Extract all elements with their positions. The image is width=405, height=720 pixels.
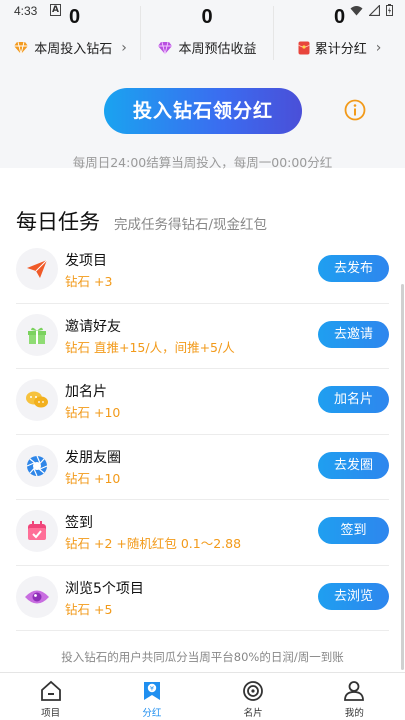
target-icon	[243, 681, 264, 701]
home-icon	[40, 680, 61, 701]
camera-shutter-icon	[26, 455, 48, 476]
task-name: 邀请好友	[65, 318, 121, 335]
tab-label: 分红	[142, 708, 162, 719]
info-icon[interactable]	[344, 99, 366, 121]
task-name: 发朋友圈	[65, 449, 121, 466]
chevron-right-icon: ›	[121, 39, 127, 56]
chat-bubbles-icon	[26, 391, 48, 408]
task-post-moments: 发朋友圈 钻石 +10 去发圈	[16, 435, 389, 500]
stat-weekly-diamonds[interactable]: 0 本周投入钻石 ›	[0, 6, 140, 60]
task-reward: 钻石 +10	[65, 470, 121, 486]
svg-text:¥: ¥	[150, 685, 154, 693]
stat-label-text: 本周投入钻石	[34, 42, 113, 57]
post-project-button[interactable]: 去发布	[318, 255, 389, 282]
weekly-stats: 0 本周投入钻石 › 0 本周预估收益 0 累计分红 ›	[0, 6, 405, 60]
task-name: 发项目	[65, 253, 107, 269]
scrollbar[interactable]	[401, 284, 404, 670]
tab-projects[interactable]: 项目	[0, 673, 101, 720]
paper-plane-icon	[27, 259, 48, 278]
task-reward: 钻石 +5	[65, 601, 113, 617]
task-name: 签到	[65, 515, 93, 531]
diamond-orange-icon	[14, 41, 29, 54]
dividend-icon: ¥	[143, 682, 160, 700]
settlement-note: 每周日24:00结算当周投入，每周一00:00分红	[72, 155, 333, 170]
tab-label: 名片	[243, 708, 263, 719]
task-name: 加名片	[65, 384, 107, 400]
invest-diamonds-button[interactable]: 投入钻石领分红	[104, 88, 302, 134]
section-title: 每日任务	[16, 210, 100, 234]
stat-total-dividend[interactable]: 0 累计分红 ›	[273, 6, 405, 60]
task-check-in: 签到 钻石 +2 +随机红包 0.1～2.88 签到	[16, 500, 389, 566]
invite-button[interactable]: 去邀请	[318, 320, 389, 348]
chevron-right-icon: ›	[375, 39, 382, 56]
task-name: 浏览5个项目	[65, 580, 144, 597]
bottom-tab-bar: 项目 ¥ 分红 名片 我的	[0, 672, 405, 720]
task-reward: 钻石 直推+15/人，间推+5/人	[65, 339, 235, 355]
stat-weekly-estimated-income[interactable]: 0 本周预估收益	[140, 6, 273, 60]
task-reward: 钻石 +2 +随机红包 0.1～2.88	[65, 536, 242, 551]
person-icon	[344, 681, 365, 701]
check-in-button[interactable]: 签到	[318, 517, 389, 544]
task-reward: 钻石 +10	[65, 405, 121, 420]
task-browse-projects: 浏览5个项目 钻石 +5 去浏览	[16, 566, 389, 631]
gift-icon	[28, 327, 46, 344]
stat-value: 0	[201, 6, 213, 28]
tab-label: 项目	[41, 708, 61, 719]
tab-cards[interactable]: 名片	[203, 673, 304, 720]
task-reward: 钻石 +3	[65, 274, 113, 289]
task-add-card: 加名片 钻石 +10 加名片	[16, 369, 389, 435]
tab-dividend[interactable]: ¥ 分红	[101, 673, 202, 720]
task-invite-friends: 邀请好友 钻石 直推+15/人，间推+5/人 去邀请	[16, 304, 389, 369]
tab-label: 我的	[344, 708, 364, 719]
post-moments-button[interactable]: 去发圈	[318, 451, 389, 479]
stat-label-text: 累计分红	[314, 42, 367, 57]
daily-tasks-header: 每日任务 完成任务得钻石/现金红包	[16, 206, 267, 236]
stat-label-text: 本周预估收益	[178, 42, 257, 57]
stat-value: 0	[69, 6, 81, 28]
diamond-purple-icon	[158, 41, 173, 54]
calendar-check-icon	[28, 521, 46, 540]
red-envelope-icon	[297, 41, 310, 54]
eye-icon	[25, 590, 49, 603]
section-subtitle: 完成任务得钻石/现金红包	[114, 217, 268, 233]
browse-button[interactable]: 去浏览	[318, 582, 389, 610]
stat-value: 0	[333, 6, 346, 28]
task-post-project: 发项目 钻石 +3 去发布	[16, 238, 389, 304]
tab-mine[interactable]: 我的	[304, 673, 405, 720]
dividend-rule-note: 投入钻石的用户共同瓜分当周平台80%的日润/周一到账	[61, 650, 344, 664]
task-list: 发项目 钻石 +3 去发布 邀请好友 钻石 直推+15/人，间推+5/人 去邀请…	[16, 238, 389, 631]
add-card-button[interactable]: 加名片	[318, 386, 389, 413]
